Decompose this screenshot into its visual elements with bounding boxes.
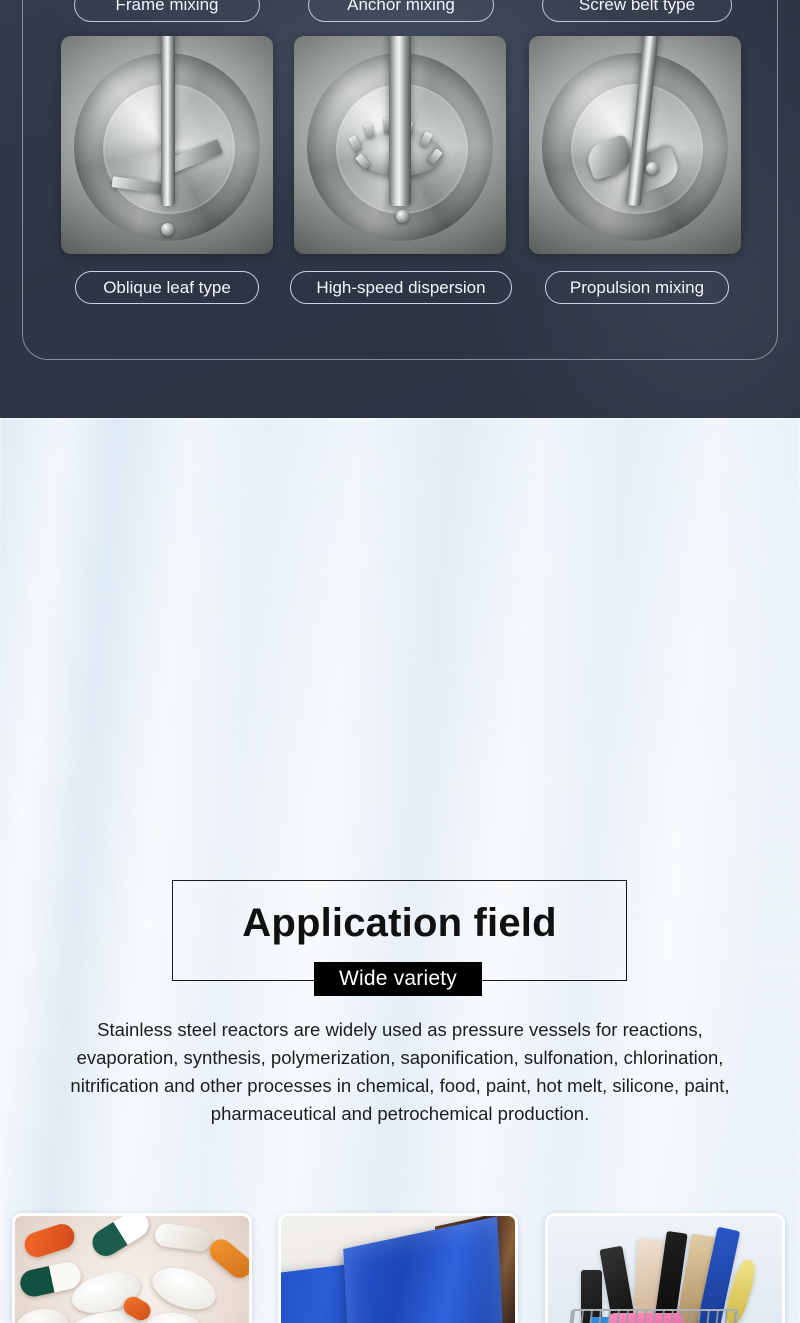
- reactor-vessel-illustration: [529, 36, 741, 254]
- agitator-shaft-icon: [160, 36, 176, 207]
- mixer-types-section: Frame mixing Anchor mixing Screw belt ty…: [0, 0, 800, 418]
- mixer-label-high-speed-dispersion[interactable]: High-speed dispersion: [290, 271, 512, 304]
- mixer-image-oblique-leaf-type: [61, 36, 273, 254]
- mixer-label-propulsion-mixing[interactable]: Propulsion mixing: [545, 271, 729, 304]
- background-blur-decoration: [0, 418, 800, 1323]
- shaft-bolt-icon: [160, 223, 174, 237]
- agitator-shaft-icon: [389, 36, 411, 207]
- pills-illustration: [15, 1216, 249, 1323]
- application-image-pharmaceutical: [12, 1213, 252, 1323]
- mixer-top-label-anchor-mixing[interactable]: Anchor mixing: [308, 0, 494, 22]
- application-description: Stainless steel reactors are widely used…: [70, 1019, 730, 1124]
- mixer-image-high-speed-dispersion: [294, 36, 506, 254]
- reactor-vessel-illustration: [294, 36, 506, 254]
- brush-bristles-shape: [342, 1216, 505, 1323]
- mixer-label-oblique-leaf-type[interactable]: Oblique leaf type: [75, 271, 259, 304]
- application-image-paint: [278, 1213, 518, 1323]
- blue-paint-illustration: [281, 1216, 515, 1323]
- shaft-bolt-icon: [395, 210, 409, 224]
- reactor-vessel-illustration: [61, 36, 273, 254]
- oblique-blade-secondary-icon: [111, 176, 168, 195]
- wide-variety-badge: Wide variety: [314, 962, 482, 996]
- mixer-top-label-frame-mixing[interactable]: Frame mixing: [74, 0, 260, 22]
- mixer-top-label-screw-belt-type[interactable]: Screw belt type: [542, 0, 732, 22]
- cosmetics-illustration: [548, 1216, 782, 1323]
- page-title: Application field: [242, 901, 557, 945]
- application-field-section: Application field Wide variety Stainless…: [0, 418, 800, 1323]
- shaft-bolt-icon: [645, 162, 659, 176]
- shopping-cart-basket-shape: [562, 1309, 740, 1323]
- application-image-cosmetic: [545, 1213, 785, 1323]
- mixer-image-propulsion-mixing: [529, 36, 741, 254]
